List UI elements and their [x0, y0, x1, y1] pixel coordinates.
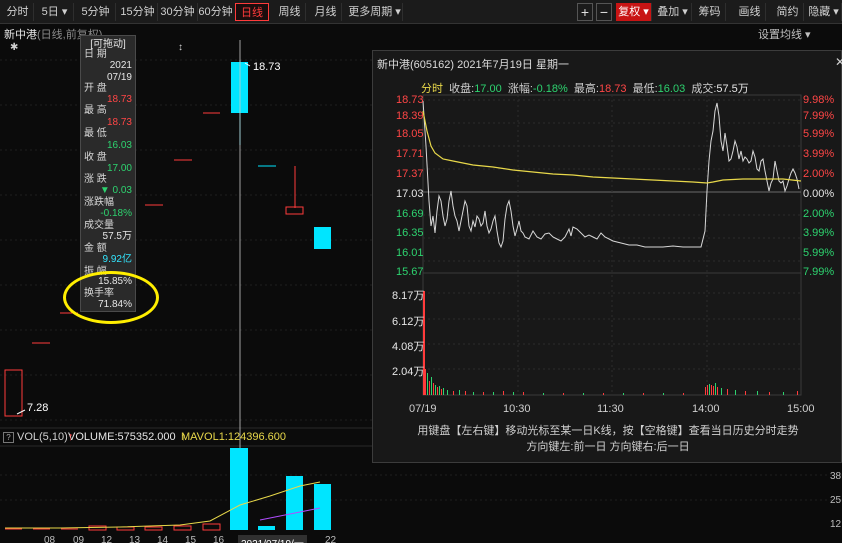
up-arrow-icon: ↑ [181, 431, 187, 443]
date-tick: 22 [325, 535, 337, 543]
hint-line-2: 方向键左:前一日 方向键右:后一日 [526, 441, 690, 453]
high-price-label: 18.73 [253, 61, 281, 73]
intraday-volume-bars [423, 291, 798, 395]
mavol-line [5, 481, 321, 529]
current-date-tick: 2021/07/19/一 [238, 535, 307, 543]
volume-indicator-title[interactable]: VOL(5,10) [17, 430, 68, 445]
pct-tick: 3.99% [803, 227, 835, 239]
pct-tick: 3.99% [803, 148, 835, 160]
price-tick: 17.37 [396, 168, 424, 180]
price-tick: 16.69 [396, 208, 424, 220]
intraday-history-popup[interactable]: 新中港(605162) 2021年7月19日 星期一 分时 收盘:17.00 涨… [372, 50, 842, 463]
low-price-label: 7.28 [27, 402, 49, 414]
candle-0719[interactable] [231, 62, 248, 113]
pct-tick: 7.99% [803, 110, 835, 122]
volume-axis-tick: 8.17万 [392, 290, 425, 302]
pct-tick: 2.00% [803, 168, 835, 180]
volume-axis-tick: 6.12万 [392, 316, 425, 328]
date-tick: 13 [129, 535, 141, 543]
time-tick: 15:00 [787, 403, 815, 415]
pct-tick: 9.98% [803, 94, 835, 106]
price-tick: 17.71 [396, 148, 424, 160]
mavol-value-text: MAVOL1:124396.600 [181, 431, 286, 443]
date-tick: 15 [185, 535, 197, 543]
date-tick: 16 [213, 535, 225, 543]
price-tick: 16.35 [396, 227, 424, 239]
pct-tick: 5.99% [803, 128, 835, 140]
candles [4, 60, 331, 417]
time-tick: 07/19 [409, 403, 437, 415]
price-tick: 16.01 [396, 247, 424, 259]
date-tick: 08 [44, 535, 56, 543]
pct-tick: 0.00% [803, 188, 835, 200]
candle-0708[interactable] [4, 369, 23, 417]
volume-bars [5, 448, 331, 531]
chart-window: { "toolbar": { "items": ["分时", "5日", "5分… [0, 0, 842, 543]
volume-axis-tick: 4.08万 [392, 341, 425, 353]
volume-tick: 12 [830, 519, 842, 530]
volume-value-text: VOLUME:575352.000 [68, 431, 176, 443]
volume-tick: 38 [830, 471, 842, 482]
price-tick: 17.03 [396, 188, 424, 200]
hint-line-1: 用键盘【左右键】移动光标至某一日K线，按【空格键】查看当日历史分时走势 [417, 425, 799, 437]
help-icon[interactable]: ? [3, 432, 14, 443]
volume-tick: 25 [830, 495, 842, 506]
pct-tick: 7.99% [803, 266, 835, 278]
time-tick: 11:30 [597, 403, 624, 415]
time-tick: 10:30 [503, 403, 531, 415]
date-tick: 12 [101, 535, 113, 543]
candle-0721[interactable] [285, 206, 304, 215]
low-arrow [16, 409, 26, 415]
price-tick: 18.73 [396, 94, 424, 106]
date-tick: 14 [157, 535, 169, 543]
candle-0722[interactable] [314, 227, 331, 249]
close-icon[interactable]: ✕ [835, 55, 842, 69]
volume-axis-tick: 2.04万 [392, 366, 425, 378]
pct-tick: 5.99% [803, 247, 835, 259]
price-tick: 15.67 [396, 266, 424, 278]
info-date-value: 2021 07/19 [106, 60, 132, 83]
turnover-highlight-circle [63, 271, 159, 324]
price-tick: 18.39 [396, 110, 424, 122]
price-tick: 18.05 [396, 128, 424, 140]
pct-tick: 2.00% [803, 208, 835, 220]
time-tick: 14:00 [692, 403, 720, 415]
up-arrow-icon: ↑ [68, 431, 74, 443]
date-tick: 09 [73, 535, 85, 543]
